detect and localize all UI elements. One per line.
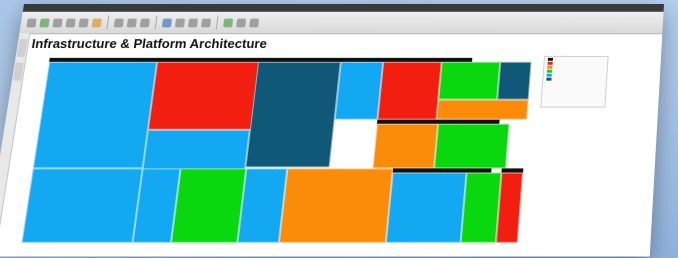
treemap-tile[interactable] [147,61,266,130]
treemap-tile[interactable] [334,61,384,120]
help-icon[interactable] [249,18,260,27]
chart-icon[interactable] [161,18,173,27]
toolbar-separator [154,15,158,30]
treemap-tile[interactable] [385,172,467,243]
treemap-tile[interactable] [436,99,529,120]
undo-icon[interactable] [78,18,89,27]
legend-entry [543,77,606,81]
treemap-tile[interactable] [497,61,532,100]
application-window: Infrastructure & Platform Architecture [0,4,665,257]
treemap-tile[interactable] [245,61,341,168]
side-tab[interactable] [12,62,24,81]
treemap-tile[interactable] [434,123,510,169]
ribbon-toolbar [19,11,664,35]
legend-swatch [546,77,552,81]
treemap-tile[interactable] [460,172,502,243]
new-icon[interactable] [26,18,37,27]
open-icon[interactable] [39,18,50,27]
treemap-tile[interactable] [21,168,143,243]
legend-swatch [546,69,553,73]
treemap-tile[interactable] [142,129,250,171]
paste-icon[interactable] [139,18,151,27]
treemap-tile[interactable] [377,61,442,120]
filter-icon[interactable] [174,18,186,27]
toolbar-separator [106,15,110,30]
treemap-tile[interactable] [32,61,158,169]
treemap-tile[interactable] [278,168,394,243]
side-tab[interactable] [16,39,28,57]
refresh-icon[interactable] [201,18,212,27]
redo-icon[interactable] [91,18,102,27]
window-titlebar [22,4,665,12]
copy-icon[interactable] [126,18,138,27]
legend-swatch [547,57,554,61]
toolbar-separator [215,15,219,30]
legend-swatch [546,73,552,77]
legend-swatch [547,61,553,65]
print-icon[interactable] [65,18,76,27]
settings-icon[interactable] [236,18,247,27]
report-canvas: Infrastructure & Platform Architecture [0,34,663,257]
treemap-tile[interactable] [170,168,247,243]
report-title: Infrastructure & Platform Architecture [30,36,268,51]
treemap-tile[interactable] [495,172,524,243]
zoom-icon[interactable] [223,18,234,27]
treemap-visual[interactable] [21,57,532,243]
treemap-legend [540,55,609,108]
sort-icon[interactable] [187,18,199,27]
cut-icon[interactable] [113,18,124,27]
treemap-tile[interactable] [372,123,439,169]
treemap-tile[interactable] [438,61,501,100]
screen: Infrastructure & Platform Architecture [0,0,678,258]
save-icon[interactable] [52,18,63,27]
legend-swatch [547,65,553,69]
